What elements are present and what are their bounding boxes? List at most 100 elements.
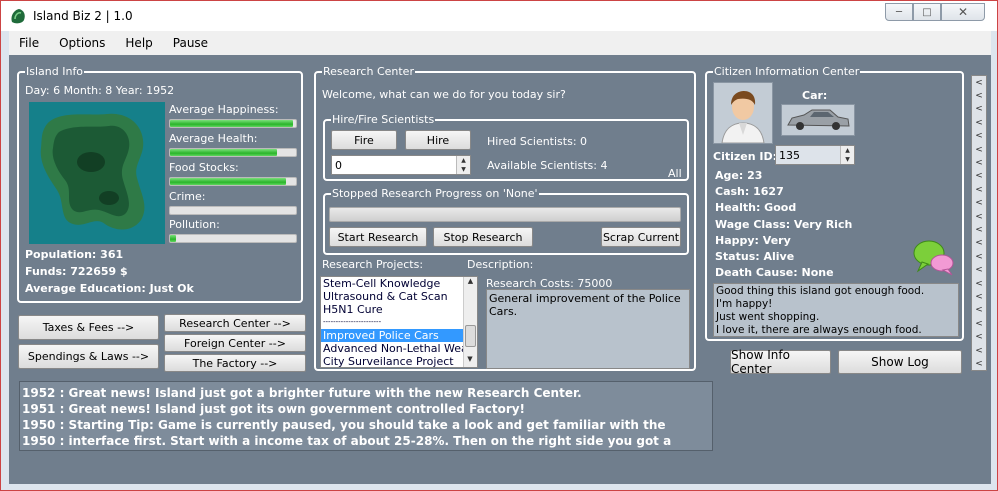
citizen-health: Health: Good	[715, 201, 797, 214]
log-line: 1952 : Great news! Island just got a bri…	[22, 386, 582, 400]
scroll-up-icon[interactable]: ▲	[464, 277, 477, 289]
close-icon: ✕	[957, 5, 969, 19]
collapse-arrow-icon[interactable]: <	[972, 130, 986, 143]
close-button[interactable]: ✕	[941, 3, 985, 21]
side-collapse-strip[interactable]: < < < < < < < < < < < < < < < < < < < < …	[971, 75, 987, 371]
pollution-bar-fill	[170, 235, 177, 242]
hire-fire-label: Hire/Fire Scientists	[331, 113, 436, 126]
collapse-arrow-icon[interactable]: <	[972, 304, 986, 317]
spin-down-icon[interactable]: ▼	[457, 165, 470, 174]
start-research-button[interactable]: Start Research	[329, 227, 427, 247]
spin-up-icon[interactable]: ▲	[841, 146, 854, 155]
factory-button[interactable]: The Factory -->	[164, 354, 306, 372]
spin-down-icon[interactable]: ▼	[841, 155, 854, 164]
menu-file[interactable]: File	[9, 36, 49, 50]
fire-button[interactable]: Fire	[331, 130, 397, 150]
window-title: Island Biz 2 | 1.0	[33, 9, 133, 23]
scroll-down-icon[interactable]: ▼	[464, 355, 476, 367]
car-label: Car:	[802, 89, 828, 102]
collapse-arrow-icon[interactable]: <	[972, 143, 986, 156]
project-separator: -----------------------	[323, 318, 382, 326]
project-item[interactable]: Stem-Cell Knowledge	[321, 277, 463, 290]
welcome-text: Welcome, what can we do for you today si…	[322, 88, 566, 101]
show-info-center-button[interactable]: Show Info Center	[730, 348, 831, 376]
app-logo-icon	[9, 7, 27, 25]
hired-scientists-text: Hired Scientists: 0	[487, 135, 588, 148]
collapse-arrow-icon[interactable]: <	[972, 344, 986, 357]
scroll-thumb[interactable]	[465, 325, 476, 347]
collapse-arrow-icon[interactable]: <	[972, 197, 986, 210]
projects-scrollbar[interactable]: ▲ ▼	[463, 277, 477, 367]
island-info-label: Island Info	[25, 65, 85, 78]
research-progress-label: Stopped Research Progress on 'None'	[331, 187, 539, 200]
crime-label: Crime:	[169, 190, 206, 203]
scrap-current-button[interactable]: Scrap Current	[601, 227, 681, 247]
project-item[interactable]: Ultrasound & Cat Scan	[321, 290, 463, 303]
collapse-arrow-icon[interactable]: <	[972, 237, 986, 250]
hire-button[interactable]: Hire	[405, 130, 471, 150]
collapse-arrow-icon[interactable]: <	[972, 210, 986, 223]
minimize-button[interactable]: ─	[885, 3, 913, 21]
project-item[interactable]: Advanced Non-Lethal Weapo	[321, 342, 477, 355]
collapse-arrow-icon[interactable]: <	[972, 156, 986, 169]
citizen-happy: Happy: Very	[715, 234, 791, 247]
app-window: Island Biz 2 | 1.0 ─ □ ✕ File Options He…	[0, 0, 998, 491]
citizen-id-label: Citizen ID:	[713, 150, 778, 163]
citizen-id-input[interactable]: 135 ▲ ▼	[775, 145, 855, 165]
scientist-amount-spinner[interactable]: ▲ ▼	[456, 156, 470, 174]
menu-bar: File Options Help Pause	[9, 31, 991, 55]
log-line: 1950 : Starting Tip: Game is currently p…	[22, 418, 666, 432]
spendings-button[interactable]: Spendings & Laws -->	[18, 344, 159, 369]
research-center-button[interactable]: Research Center -->	[164, 314, 306, 332]
collapse-arrow-icon[interactable]: <	[972, 223, 986, 236]
health-bar	[169, 148, 297, 157]
collapse-arrow-icon[interactable]: <	[972, 103, 986, 116]
menu-options[interactable]: Options	[49, 36, 115, 50]
collapse-arrow-icon[interactable]: <	[972, 76, 986, 89]
project-item[interactable]: City Surveilance Project	[321, 355, 463, 367]
collapse-arrow-icon[interactable]: <	[972, 277, 986, 290]
event-log: 1952 : Great news! Island just got a bri…	[19, 381, 713, 451]
stop-research-button[interactable]: Stop Research	[433, 227, 533, 247]
collapse-arrow-icon[interactable]: <	[972, 357, 986, 370]
population-text: Population: 361	[25, 248, 124, 261]
collapse-arrow-icon[interactable]: <	[972, 183, 986, 196]
collapse-arrow-icon[interactable]: <	[972, 330, 986, 343]
research-progress-group: Stopped Research Progress on 'None' Star…	[323, 187, 689, 255]
collapse-arrow-icon[interactable]: <	[972, 317, 986, 330]
research-projects-list[interactable]: Stem-Cell Knowledge Ultrasound & Cat Sca…	[320, 276, 478, 368]
collapse-arrow-icon[interactable]: <	[972, 290, 986, 303]
foreign-center-button[interactable]: Foreign Center -->	[164, 334, 306, 352]
collapse-arrow-icon[interactable]: <	[972, 250, 986, 263]
main-panel: Island Info Day: 6 Month: 8 Year: 1952 A…	[9, 55, 991, 484]
menu-pause[interactable]: Pause	[163, 36, 218, 50]
food-bar-fill	[170, 178, 286, 185]
island-map	[29, 102, 165, 244]
collapse-arrow-icon[interactable]: <	[972, 89, 986, 102]
log-line: 1950 : interface first. Start with a inc…	[22, 434, 672, 448]
happiness-bar-fill	[170, 120, 294, 127]
all-link[interactable]: All	[668, 167, 682, 180]
title-bar[interactable]: Island Biz 2 | 1.0 ─ □ ✕	[1, 1, 997, 31]
menu-help[interactable]: Help	[115, 36, 162, 50]
pollution-label: Pollution:	[169, 218, 220, 231]
citizen-avatar	[713, 82, 773, 144]
citizen-wage: Wage Class: Very Rich	[715, 218, 853, 231]
spin-up-icon[interactable]: ▲	[457, 156, 470, 165]
restore-button[interactable]: □	[913, 3, 941, 21]
show-log-button[interactable]: Show Log	[838, 350, 962, 374]
scientist-amount-input[interactable]: 0 ▲ ▼	[331, 155, 471, 175]
restore-icon: □	[922, 6, 932, 18]
collapse-arrow-icon[interactable]: <	[972, 170, 986, 183]
project-item[interactable]: H5N1 Cure	[321, 303, 463, 316]
status-strip	[9, 464, 991, 484]
citizen-id-value: 135	[779, 149, 800, 162]
citizen-id-spinner[interactable]: ▲ ▼	[840, 146, 854, 164]
collapse-arrow-icon[interactable]: <	[972, 263, 986, 276]
minimize-icon: ─	[895, 6, 903, 18]
collapse-arrow-icon[interactable]: <	[972, 116, 986, 129]
available-scientists-text: Available Scientists: 4	[487, 159, 608, 172]
taxes-button[interactable]: Taxes & Fees -->	[18, 315, 159, 340]
project-item-selected[interactable]: Improved Police Cars	[321, 329, 463, 342]
scientist-amount-value: 0	[335, 159, 342, 172]
